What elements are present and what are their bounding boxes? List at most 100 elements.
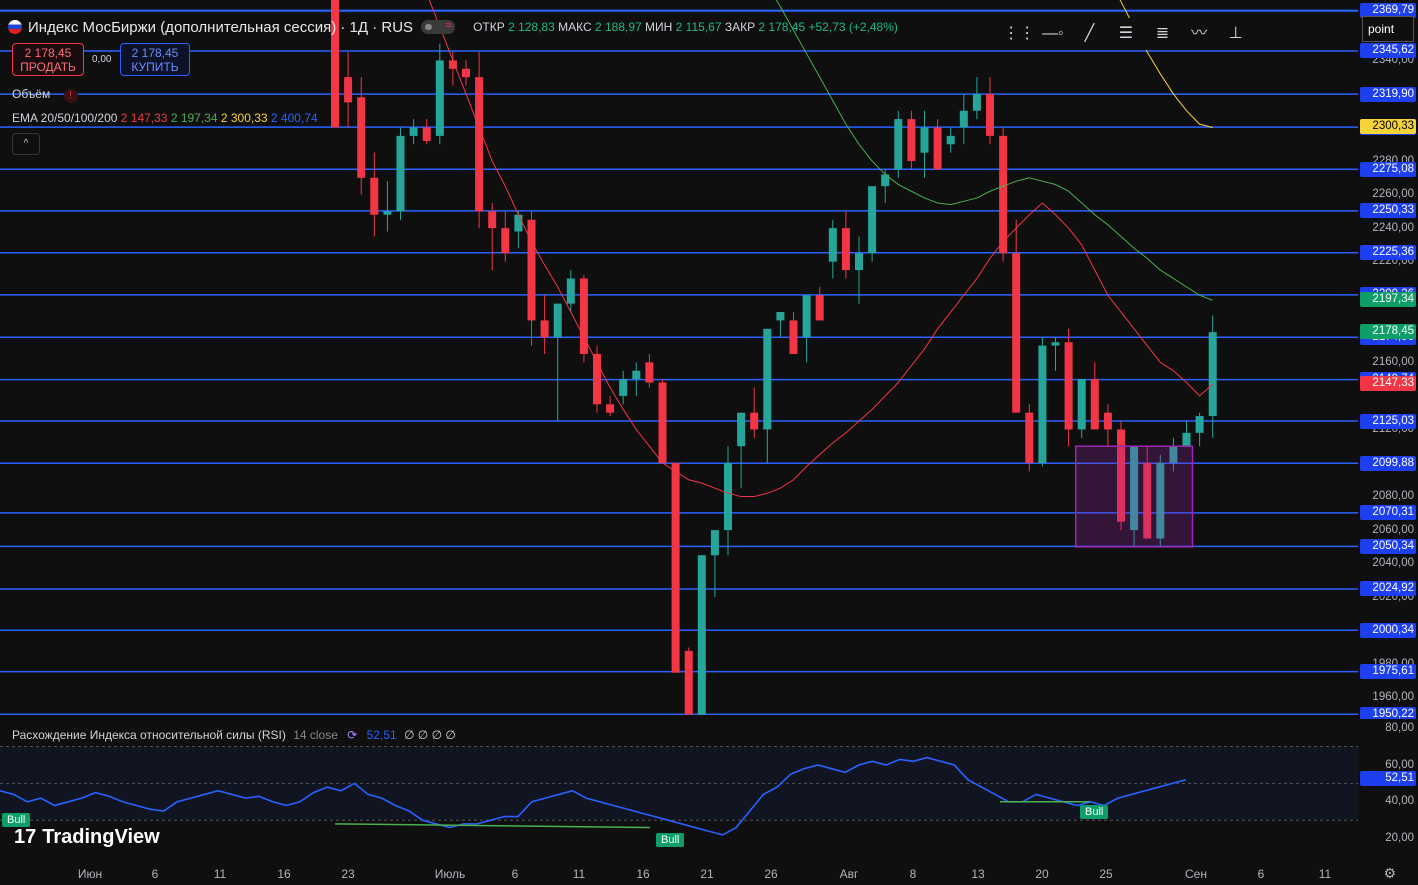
price-level-tag: 2024,92 — [1360, 581, 1416, 597]
price-axis-tick: 2040,00 — [1372, 557, 1414, 570]
candle-body — [737, 412, 746, 447]
price-marker-tag: 2197,34 — [1360, 292, 1416, 308]
price-axis-tick: 2240,00 — [1372, 221, 1414, 234]
time-axis-tick: 21 — [700, 867, 714, 881]
candle-body — [632, 370, 641, 380]
time-axis-tick: 6 — [151, 867, 159, 881]
candle-body — [475, 77, 484, 212]
time-axis-tick: 23 — [341, 867, 355, 881]
candle-body — [619, 379, 628, 396]
settings-gear-icon[interactable]: ⚙ — [1383, 865, 1396, 882]
candle-body — [396, 135, 405, 212]
candle-body — [553, 303, 562, 338]
price-level-tag: 2250,33 — [1360, 203, 1416, 219]
candle-body — [1064, 342, 1073, 430]
price-marker-tag: 2300,33 — [1360, 119, 1416, 135]
candle-body — [959, 110, 968, 128]
candle-body — [606, 404, 615, 413]
price-axis-tick: 2060,00 — [1372, 523, 1414, 536]
price-axis[interactable]: 2360,002340,002280,002260,002240,002220,… — [1358, 0, 1418, 722]
symbol-title[interactable]: Индекс МосБиржи (дополнительная сессия) … — [28, 19, 413, 36]
price-level-tag: 2099,88 — [1360, 455, 1416, 471]
candle-body — [789, 320, 798, 354]
rsi-axis-tick: 80,00 — [1385, 721, 1414, 734]
candle-body — [514, 214, 523, 232]
ohlc-item: МИН 2 115,67 — [645, 20, 722, 34]
candle-body — [1103, 412, 1112, 430]
range-box — [1074, 445, 1194, 548]
volume-indicator-label[interactable]: Объём ! — [12, 87, 78, 103]
candle-body — [357, 97, 366, 178]
sell-label: ПРОДАТЬ — [20, 60, 76, 74]
session-toggle-icon[interactable] — [421, 18, 456, 34]
candle-body — [1051, 342, 1060, 346]
candle-body — [855, 253, 863, 271]
price-level-tag: 2000,34 — [1360, 622, 1416, 638]
rsi-axis[interactable]: 80,00 60,00 40,00 20,00 52,51 — [1358, 719, 1418, 857]
measure-icon[interactable]: ⊥ — [1223, 21, 1249, 47]
price-chart[interactable] — [0, 0, 1358, 718]
candle-body — [1025, 412, 1034, 464]
buy-price: 2 178,45 — [131, 46, 179, 60]
time-axis[interactable]: Июн 6 11 16 23 Июль 6 11 16 21 26 Авг 8 13 20 25 Сен 6 11 — [0, 862, 1358, 885]
collapse-indicators-button[interactable]: ^ — [12, 133, 40, 155]
candle-body — [815, 295, 824, 321]
mode-select[interactable]: point — [1362, 16, 1414, 42]
candle-body — [344, 77, 353, 103]
rsi-axis-tick: 40,00 — [1385, 795, 1414, 808]
time-axis-tick: 26 — [764, 867, 778, 881]
trend-line-icon[interactable]: ╱ — [1076, 21, 1102, 47]
candle-body — [763, 328, 772, 430]
price-level-tag: 2070,31 — [1360, 505, 1416, 521]
price-level-tag: 2319,90 — [1360, 86, 1416, 102]
bull-divergence-label: Bull — [656, 833, 685, 847]
price-level-tag: 2125,03 — [1360, 413, 1416, 429]
ema-value: 2 197,34 — [167, 111, 218, 125]
candle-body — [724, 463, 732, 531]
path-icon[interactable]: 〰 — [1186, 21, 1212, 47]
rsi-axis-tick: 20,00 — [1385, 832, 1414, 845]
pitchfork-icon[interactable]: ≣ — [1150, 21, 1176, 47]
candle-body — [645, 362, 654, 383]
candle-body — [920, 127, 929, 153]
divergence-line — [334, 823, 651, 829]
price-level-tag: 1975,61 — [1360, 664, 1416, 680]
candle-body — [370, 177, 379, 215]
change-value: +52,73 (+2,48%) — [808, 20, 898, 34]
price-axis-tick: 2160,00 — [1372, 355, 1414, 368]
candle-body — [501, 228, 510, 254]
candle-body — [828, 228, 837, 262]
ema-value: 2 400,74 — [267, 111, 318, 125]
price-axis-tick: 2080,00 — [1372, 490, 1414, 503]
symbol-header: Индекс МосБиржи (дополнительная сессия) … — [8, 14, 898, 40]
candle-body — [658, 382, 667, 464]
refresh-icon[interactable]: ⟳ — [347, 728, 357, 742]
time-axis-tick: 8 — [909, 867, 917, 881]
warning-icon[interactable]: ! — [63, 89, 78, 103]
ema-indicator-label[interactable]: EMA 20/50/100/200 2 147,33 2 197,34 2 30… — [12, 111, 318, 125]
sell-button[interactable]: 2 178,45 ПРОДАТЬ — [12, 43, 84, 76]
candle-body — [750, 412, 759, 430]
price-level-tag: 2225,36 — [1360, 245, 1416, 261]
price-marker-tag: 2178,45 — [1360, 323, 1416, 339]
spread-value: 0,00 — [92, 54, 112, 65]
time-axis-tick: 16 — [277, 867, 291, 881]
candle-body — [435, 60, 444, 136]
time-axis-tick: 11 — [572, 867, 586, 881]
fib-icon[interactable]: ☰ — [1113, 21, 1139, 47]
candle-body — [684, 650, 693, 715]
tradingview-logo[interactable]: 17 TradingView — [14, 826, 160, 849]
candle-body — [710, 530, 719, 556]
candle-body — [1182, 432, 1191, 447]
buy-button[interactable]: 2 178,45 КУПИТЬ — [120, 43, 190, 76]
rsi-indicator-label[interactable]: Расхождение Индекса относительной силы (… — [12, 728, 456, 742]
price-level-tag: 2050,34 — [1360, 538, 1416, 554]
drag-handle-icon[interactable]: ⋮⋮ — [1003, 21, 1035, 47]
ohlc-item: МАКС 2 188,97 — [558, 20, 642, 34]
time-axis-tick: Сен — [1185, 867, 1207, 881]
russia-flag-icon — [8, 20, 22, 34]
candle-body — [776, 312, 785, 321]
ohlc-item: ЗАКР 2 178,45 — [724, 20, 806, 34]
candle-body — [986, 93, 994, 136]
horizontal-ray-icon[interactable]: —◦ — [1040, 21, 1066, 47]
